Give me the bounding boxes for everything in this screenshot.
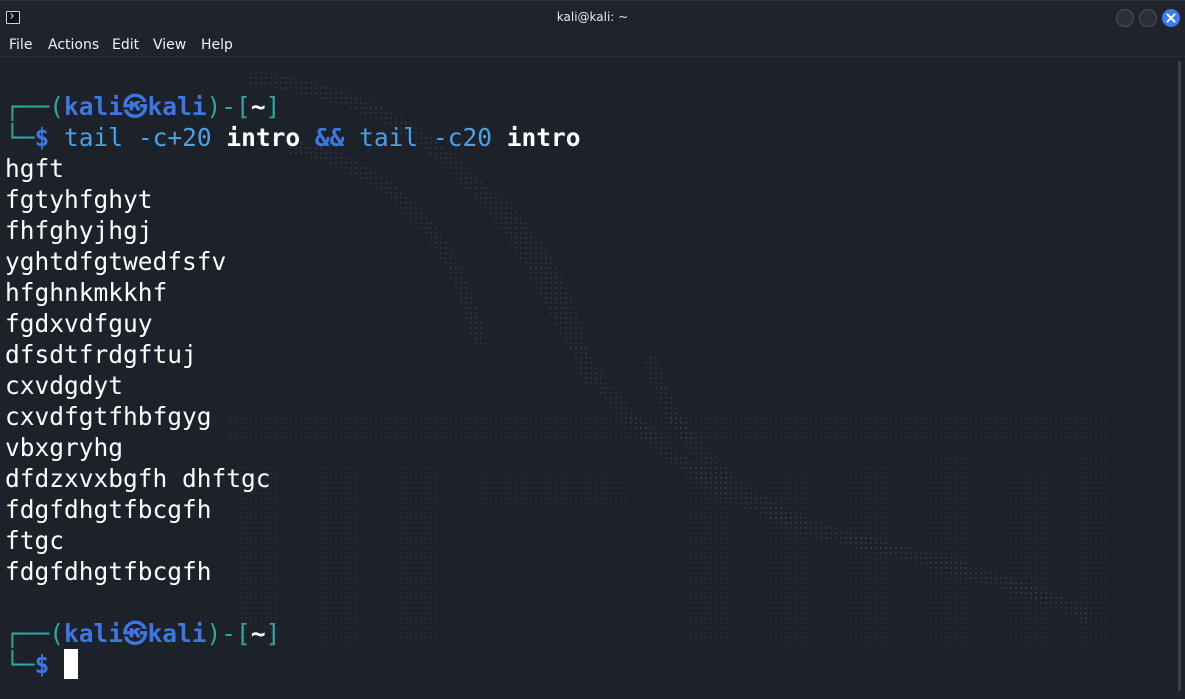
output-line: yghtdfgtwedfsfv <box>5 247 227 276</box>
menu-bar: File Actions Edit View Help <box>0 34 1185 57</box>
prompt-user: kali <box>64 619 124 648</box>
output-line: hfghnkmkkhf <box>5 278 168 307</box>
title-bar[interactable]: kali@kali: ~ <box>0 0 1185 35</box>
command-name-1: tail <box>64 123 124 152</box>
kali-dragon-watermark <box>230 70 1110 647</box>
output-line: fdgfdhgtfbcgfh <box>5 495 212 524</box>
command-name-2: tail <box>359 123 419 152</box>
menu-edit[interactable]: Edit <box>112 37 139 53</box>
prompt-host: kali <box>147 619 207 648</box>
output-line: hgft <box>5 154 65 183</box>
command-arg-1: -c+20 <box>137 123 212 152</box>
prompt-directory: ~ <box>250 92 266 121</box>
menu-view[interactable]: View <box>153 37 186 53</box>
terminal-output-area[interactable]: ┌──(kali㉿kali)-[~] └─$ tail -c+20 intro … <box>0 57 1175 699</box>
prompt-at-symbol: ㉿ <box>123 619 148 648</box>
maximize-button[interactable] <box>1139 9 1157 27</box>
scrollbar-thumb[interactable] <box>1178 61 1181 691</box>
command-operator: && <box>314 123 345 152</box>
prompt-host: kali <box>147 92 207 121</box>
command-file-2: intro <box>506 123 581 152</box>
prompt-frame-mid: )-[ <box>206 619 251 648</box>
output-line: dfdzxvxbgfh dhftgc <box>5 464 271 493</box>
menu-file[interactable]: File <box>9 37 32 53</box>
command-arg-2: -c20 <box>432 123 492 152</box>
prompt-frame-bottom: └─ <box>5 123 35 152</box>
output-line: fgtyhfghyt <box>5 185 153 214</box>
output-line: fgdxvdfguy <box>5 309 153 338</box>
input-line[interactable]: └─$ <box>5 649 79 680</box>
prompt-frame-top: ┌──( <box>5 92 65 121</box>
prompt-frame-top: ┌──( <box>5 619 65 648</box>
prompt-symbol: $ <box>34 123 50 152</box>
command-line: └─$ tail -c+20 intro && tail -c20 intro <box>5 122 581 153</box>
output-line: fhfghyjhgj <box>5 216 153 245</box>
output-line: ftgc <box>5 526 65 555</box>
menu-help[interactable]: Help <box>201 37 233 53</box>
prompt-line-1: ┌──(kali㉿kali)-[~] <box>5 91 280 122</box>
prompt-frame-bottom: └─ <box>5 650 35 679</box>
prompt-symbol: $ <box>34 650 50 679</box>
prompt-frame-end: ] <box>265 92 281 121</box>
prompt-at-symbol: ㉿ <box>123 92 148 121</box>
output-line: vbxgryhg <box>5 433 124 462</box>
prompt-directory: ~ <box>250 619 266 648</box>
command-file-1: intro <box>226 123 301 152</box>
window-title: kali@kali: ~ <box>556 10 629 24</box>
menu-actions[interactable]: Actions <box>48 37 99 53</box>
scrollbar[interactable] <box>1175 57 1185 699</box>
prompt-line-2: ┌──(kali㉿kali)-[~] <box>5 618 280 649</box>
output-line: cxvdgdyt <box>5 371 124 400</box>
prompt-frame-end: ] <box>265 619 281 648</box>
prompt-frame-mid: )-[ <box>206 92 251 121</box>
output-line: dfsdtfrdgftuj <box>5 340 197 369</box>
minimize-button[interactable] <box>1116 9 1134 27</box>
text-cursor[interactable] <box>64 649 79 679</box>
close-button[interactable] <box>1162 9 1180 27</box>
terminal-window: kali@kali: ~ File Actions Edit View Help <box>0 0 1185 699</box>
output-line: cxvdfgtfhbfgyg <box>5 402 212 431</box>
prompt-user: kali <box>64 92 124 121</box>
output-line: fdgfdhgtfbcgfh <box>5 557 212 586</box>
